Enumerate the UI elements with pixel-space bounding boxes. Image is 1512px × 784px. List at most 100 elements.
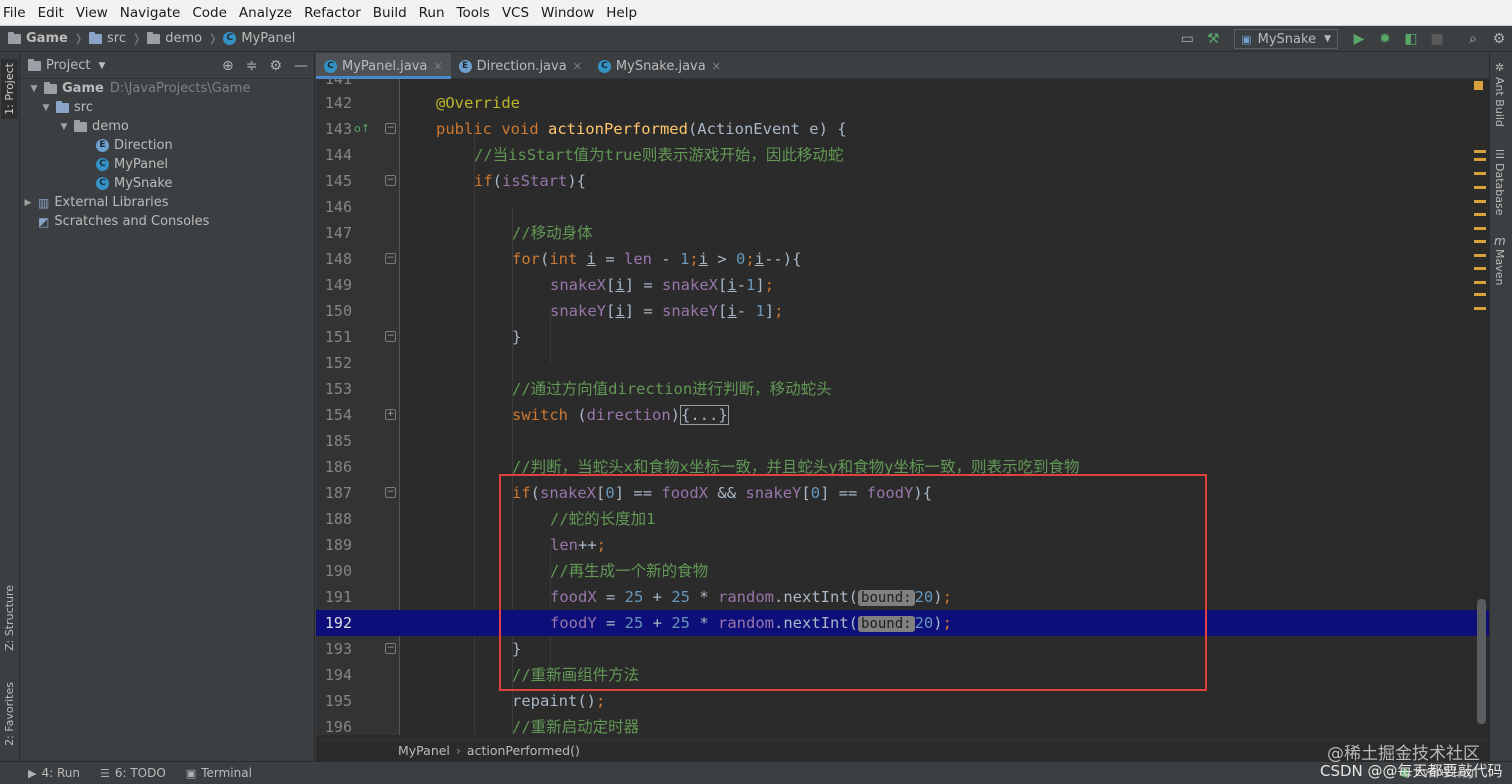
build-hammer-icon[interactable]: ⚒ <box>1202 28 1224 50</box>
code-text: public void actionPerformed(ActionEvent … <box>436 120 847 138</box>
ant-icon: ✲ <box>1495 61 1505 74</box>
todo-label: 6: TODO <box>114 766 166 780</box>
line-number: 143 <box>324 120 352 138</box>
tree-item-external-libraries[interactable]: ▶ ▥ External Libraries <box>22 193 169 212</box>
tab-mypanel[interactable]: C MyPanel.java ✕ <box>316 53 451 79</box>
scroll-marker[interactable] <box>1474 267 1486 270</box>
tool-tab-maven[interactable]: Maven <box>1493 249 1506 285</box>
scroll-marker[interactable] <box>1474 281 1486 284</box>
scroll-marker[interactable] <box>1474 158 1486 161</box>
tool-button-todo[interactable]: ☰ 6: TODO <box>100 766 166 780</box>
menu-build[interactable]: Build <box>372 5 408 21</box>
tree-item-scratches[interactable]: ◩ Scratches and Consoles <box>38 212 209 231</box>
tree-item-game[interactable]: ▼ Game D:\JavaProjects\Game <box>28 79 251 98</box>
menu-run[interactable]: Run <box>418 5 446 21</box>
tool-tab-structure[interactable]: Z: Structure <box>1 581 18 655</box>
minimize-icon[interactable]: — <box>294 58 308 74</box>
code-line: 195 repaint(); <box>316 688 1489 714</box>
menu-code[interactable]: Code <box>191 5 228 21</box>
scroll-marker[interactable] <box>1474 213 1486 216</box>
package-icon <box>147 31 161 44</box>
code-text: @Override <box>436 94 520 112</box>
coverage-icon[interactable]: ◧ <box>1400 28 1422 50</box>
close-icon[interactable]: ✕ <box>712 60 721 73</box>
tool-button-run[interactable]: ▶ 4: Run <box>28 766 80 780</box>
menu-navigate[interactable]: Navigate <box>119 5 182 21</box>
line-number: 150 <box>324 302 352 320</box>
breadcrumb-class[interactable]: MyPanel <box>398 743 450 758</box>
code-line: 142 @Override <box>316 90 1489 116</box>
navigation-bar: Game ❭ src ❭ demo ❭ C MyPanel ▭ ⚒ ▣ MySn… <box>0 26 1512 52</box>
vertical-scrollbar[interactable] <box>1477 599 1486 724</box>
menu-tools[interactable]: Tools <box>456 5 491 21</box>
tab-direction[interactable]: E Direction.java ✕ <box>451 53 590 79</box>
gear-icon[interactable]: ⚙ <box>269 58 282 74</box>
menu-view[interactable]: View <box>75 5 109 21</box>
scroll-marker[interactable] <box>1474 293 1486 296</box>
breadcrumb-game[interactable]: Game ❭ <box>0 31 89 46</box>
warning-marker[interactable] <box>1474 81 1483 90</box>
tree-item-demo[interactable]: ▼ demo <box>58 117 129 136</box>
menu-window[interactable]: Window <box>540 5 595 21</box>
scroll-marker[interactable] <box>1474 200 1486 203</box>
fold-marker-icon[interactable]: − <box>385 175 396 186</box>
close-icon[interactable]: ✕ <box>573 60 582 73</box>
menu-edit[interactable]: Edit <box>37 5 65 21</box>
code-comment: //当isStart值为true则表示游戏开始，因此移动蛇 <box>474 146 844 164</box>
fold-expand-icon[interactable]: + <box>385 409 396 420</box>
tree-item-mysnake[interactable]: C MySnake <box>96 174 172 193</box>
fold-marker-icon[interactable]: − <box>385 253 396 264</box>
tree-item-src[interactable]: ▼ src <box>40 98 93 117</box>
line-number: 188 <box>324 510 352 528</box>
menu-file[interactable]: File <box>2 5 27 21</box>
scroll-marker[interactable] <box>1474 172 1486 175</box>
menu-help[interactable]: Help <box>605 5 638 21</box>
stop-icon[interactable]: ■ <box>1426 28 1448 50</box>
collapse-all-icon[interactable]: ≑ <box>246 58 258 74</box>
code-editor[interactable]: 141 142 @Override 143 o↑ − public void a… <box>316 79 1489 735</box>
menu-analyze[interactable]: Analyze <box>238 5 293 21</box>
tool-tab-favorites[interactable]: 2: Favorites <box>1 678 18 750</box>
fold-end-icon[interactable]: − <box>385 643 396 654</box>
debug-icon[interactable]: ✹ <box>1374 28 1396 50</box>
watermark-csdn: CSDN @@每天都要敲代码 <box>1320 762 1503 780</box>
scroll-marker[interactable] <box>1474 254 1486 257</box>
tool-button-terminal[interactable]: ▣ Terminal <box>186 766 252 780</box>
editor-tabs: C MyPanel.java ✕ E Direction.java ✕ C My… <box>316 53 1489 79</box>
run-configuration-select[interactable]: ▣ MySnake ▼ <box>1234 29 1338 49</box>
fold-marker-icon[interactable]: − <box>385 487 396 498</box>
scroll-marker[interactable] <box>1474 150 1486 153</box>
tool-tab-ant-build[interactable]: Ant Build <box>1493 77 1506 127</box>
scroll-marker[interactable] <box>1474 186 1486 189</box>
breadcrumb-src[interactable]: src ❭ <box>89 31 147 46</box>
tool-tab-database[interactable]: Database <box>1493 163 1506 216</box>
breadcrumb-mypanel[interactable]: C MyPanel <box>223 31 295 46</box>
fold-marker-icon[interactable]: − <box>385 123 396 134</box>
scroll-marker[interactable] <box>1474 227 1486 230</box>
breadcrumb-method[interactable]: actionPerformed() <box>467 743 580 758</box>
search-icon[interactable]: ⌕ <box>1462 28 1484 50</box>
locate-icon[interactable]: ⊕ <box>222 58 234 74</box>
chevron-down-icon: ▼ <box>1324 34 1331 44</box>
tree-item-direction[interactable]: E Direction <box>96 136 173 155</box>
menu-refactor[interactable]: Refactor <box>303 5 362 21</box>
close-icon[interactable]: ✕ <box>433 60 442 73</box>
scroll-marker[interactable] <box>1474 307 1486 310</box>
tree-item-label: Game <box>62 81 104 96</box>
fold-end-icon[interactable]: − <box>385 331 396 342</box>
tab-mysnake[interactable]: C MySnake.java ✕ <box>590 53 729 79</box>
project-view-selector[interactable]: Project ▼ <box>28 58 105 73</box>
tool-tab-project[interactable]: 1: Project <box>1 59 18 119</box>
editor-breadcrumbs: MyPanel › actionPerformed() <box>316 739 1489 761</box>
breadcrumb-demo[interactable]: demo ❭ <box>147 31 223 46</box>
project-panel-actions: ⊕ ≑ ⚙ — <box>210 53 308 79</box>
menu-vcs[interactable]: VCS <box>501 5 530 21</box>
scroll-marker[interactable] <box>1474 240 1486 243</box>
run-icon[interactable]: ▶ <box>1348 28 1370 50</box>
chevron-right-icon: ❭ <box>132 32 142 45</box>
scratches-icon: ◩ <box>38 214 50 229</box>
tree-item-mypanel[interactable]: C MyPanel <box>96 155 168 174</box>
settings-icon[interactable]: ⚙ <box>1488 28 1510 50</box>
override-marker-icon[interactable]: o↑ <box>354 122 370 135</box>
project-structure-icon[interactable]: ▭ <box>1176 28 1198 50</box>
